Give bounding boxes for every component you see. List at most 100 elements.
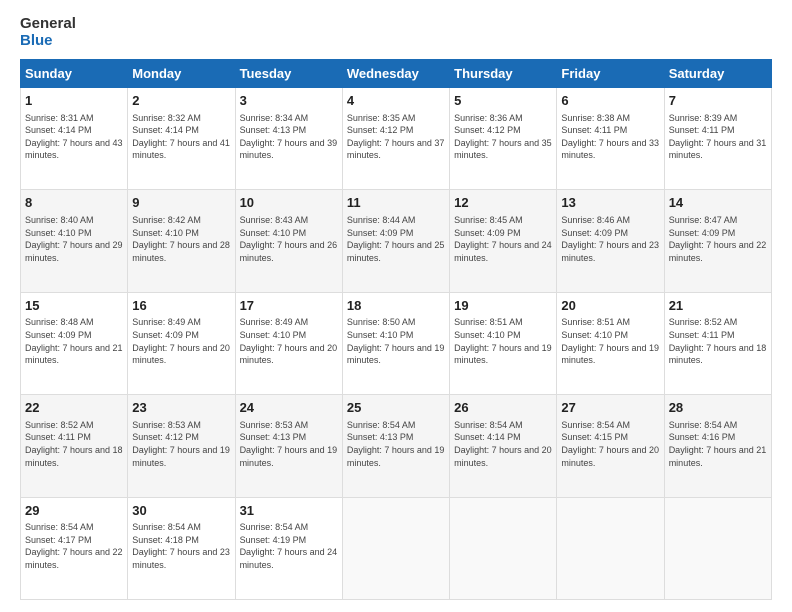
- calendar-week-row: 15Sunrise: 8:48 AM Sunset: 4:09 PM Dayli…: [21, 292, 772, 394]
- logo-general: General: [20, 16, 76, 33]
- day-info: Sunrise: 8:32 AM Sunset: 4:14 PM Dayligh…: [132, 112, 230, 162]
- day-number: 4: [347, 92, 445, 110]
- calendar-cell: 19Sunrise: 8:51 AM Sunset: 4:10 PM Dayli…: [450, 292, 557, 394]
- calendar-cell: 31Sunrise: 8:54 AM Sunset: 4:19 PM Dayli…: [235, 497, 342, 599]
- day-info: Sunrise: 8:48 AM Sunset: 4:09 PM Dayligh…: [25, 316, 123, 366]
- calendar-cell: 3Sunrise: 8:34 AM Sunset: 4:13 PM Daylig…: [235, 88, 342, 190]
- calendar-cell: 26 Sunrise: 8:54 AM Sunset: 4:14 PM Dayli…: [450, 395, 557, 497]
- weekday-header-wednesday: Wednesday: [342, 60, 449, 88]
- day-number: 6: [561, 92, 659, 110]
- day-number: 15: [25, 297, 123, 315]
- calendar-week-row: 8 Sunrise: 8:40 AM Sunset: 4:10 PM Daylig…: [21, 190, 772, 292]
- day-info: Sunrise: 8:47 AM Sunset: 4:09 PM Dayligh…: [669, 214, 767, 264]
- calendar-cell: 14 Sunrise: 8:47 AM Sunset: 4:09 PM Dayli…: [664, 190, 771, 292]
- day-number: 27: [561, 399, 659, 417]
- day-number: 17: [240, 297, 338, 315]
- calendar-cell: 20Sunrise: 8:51 AM Sunset: 4:10 PM Dayli…: [557, 292, 664, 394]
- day-info: Sunrise: 8:46 AM Sunset: 4:09 PM Dayligh…: [561, 214, 659, 264]
- weekday-header-tuesday: Tuesday: [235, 60, 342, 88]
- calendar-cell: 4 Sunrise: 8:35 AM Sunset: 4:12 PM Daylig…: [342, 88, 449, 190]
- day-number: 5: [454, 92, 552, 110]
- weekday-header-monday: Monday: [128, 60, 235, 88]
- weekday-header-friday: Friday: [557, 60, 664, 88]
- calendar-cell: 22 Sunrise: 8:52 AM Sunset: 4:11 PM Dayli…: [21, 395, 128, 497]
- weekday-header-row: SundayMondayTuesdayWednesdayThursdayFrid…: [21, 60, 772, 88]
- day-info: Sunrise: 8:54 AM Sunset: 4:14 PM Dayligh…: [454, 419, 552, 469]
- day-number: 26: [454, 399, 552, 417]
- day-number: 19: [454, 297, 552, 315]
- day-number: 8: [25, 194, 123, 212]
- calendar-cell: [450, 497, 557, 599]
- day-number: 12: [454, 194, 552, 212]
- day-info: Sunrise: 8:49 AM Sunset: 4:10 PM Dayligh…: [240, 316, 338, 366]
- calendar-cell: 5Sunrise: 8:36 AM Sunset: 4:12 PM Daylig…: [450, 88, 557, 190]
- calendar-cell: 6Sunrise: 8:38 AM Sunset: 4:11 PM Daylig…: [557, 88, 664, 190]
- day-info: Sunrise: 8:45 AM Sunset: 4:09 PM Dayligh…: [454, 214, 552, 264]
- logo: General Blue General Blue: [20, 16, 76, 49]
- day-number: 9: [132, 194, 230, 212]
- calendar-cell: 13 Sunrise: 8:46 AM Sunset: 4:09 PM Dayli…: [557, 190, 664, 292]
- day-number: 13: [561, 194, 659, 212]
- weekday-header-sunday: Sunday: [21, 60, 128, 88]
- calendar-cell: 1 Sunrise: 8:31 AM Sunset: 4:14 PM Daylig…: [21, 88, 128, 190]
- day-info: Sunrise: 8:43 AM Sunset: 4:10 PM Dayligh…: [240, 214, 338, 264]
- weekday-header-saturday: Saturday: [664, 60, 771, 88]
- calendar-cell: 24Sunrise: 8:53 AM Sunset: 4:13 PM Dayli…: [235, 395, 342, 497]
- calendar-cell: 18Sunrise: 8:50 AM Sunset: 4:10 PM Dayli…: [342, 292, 449, 394]
- day-number: 16: [132, 297, 230, 315]
- calendar-week-row: 29Sunrise: 8:54 AM Sunset: 4:17 PM Dayli…: [21, 497, 772, 599]
- calendar-cell: 23Sunrise: 8:53 AM Sunset: 4:12 PM Dayli…: [128, 395, 235, 497]
- day-info: Sunrise: 8:52 AM Sunset: 4:11 PM Dayligh…: [25, 419, 123, 469]
- day-number: 7: [669, 92, 767, 110]
- day-number: 11: [347, 194, 445, 212]
- page: General Blue General Blue SundayMondayTu…: [0, 0, 792, 612]
- calendar-cell: 12 Sunrise: 8:45 AM Sunset: 4:09 PM Dayli…: [450, 190, 557, 292]
- calendar-table: SundayMondayTuesdayWednesdayThursdayFrid…: [20, 59, 772, 600]
- day-number: 2: [132, 92, 230, 110]
- calendar-cell: [557, 497, 664, 599]
- day-number: 24: [240, 399, 338, 417]
- day-number: 1: [25, 92, 123, 110]
- day-info: Sunrise: 8:44 AM Sunset: 4:09 PM Dayligh…: [347, 214, 445, 264]
- calendar-cell: 29Sunrise: 8:54 AM Sunset: 4:17 PM Dayli…: [21, 497, 128, 599]
- calendar-cell: 2 Sunrise: 8:32 AM Sunset: 4:14 PM Daylig…: [128, 88, 235, 190]
- day-info: Sunrise: 8:39 AM Sunset: 4:11 PM Dayligh…: [669, 112, 767, 162]
- weekday-header-thursday: Thursday: [450, 60, 557, 88]
- day-info: Sunrise: 8:40 AM Sunset: 4:10 PM Dayligh…: [25, 214, 123, 264]
- day-info: Sunrise: 8:54 AM Sunset: 4:15 PM Dayligh…: [561, 419, 659, 469]
- day-number: 25: [347, 399, 445, 417]
- calendar-cell: 25Sunrise: 8:54 AM Sunset: 4:13 PM Dayli…: [342, 395, 449, 497]
- day-number: 31: [240, 502, 338, 520]
- day-number: 29: [25, 502, 123, 520]
- day-info: Sunrise: 8:31 AM Sunset: 4:14 PM Dayligh…: [25, 112, 123, 162]
- day-info: Sunrise: 8:54 AM Sunset: 4:17 PM Dayligh…: [25, 521, 123, 571]
- calendar-week-row: 1 Sunrise: 8:31 AM Sunset: 4:14 PM Daylig…: [21, 88, 772, 190]
- day-info: Sunrise: 8:54 AM Sunset: 4:19 PM Dayligh…: [240, 521, 338, 571]
- calendar-cell: 7 Sunrise: 8:39 AM Sunset: 4:11 PM Daylig…: [664, 88, 771, 190]
- day-info: Sunrise: 8:51 AM Sunset: 4:10 PM Dayligh…: [454, 316, 552, 366]
- calendar-cell: 16Sunrise: 8:49 AM Sunset: 4:09 PM Dayli…: [128, 292, 235, 394]
- calendar-week-row: 22 Sunrise: 8:52 AM Sunset: 4:11 PM Dayli…: [21, 395, 772, 497]
- day-info: Sunrise: 8:54 AM Sunset: 4:16 PM Dayligh…: [669, 419, 767, 469]
- day-info: Sunrise: 8:51 AM Sunset: 4:10 PM Dayligh…: [561, 316, 659, 366]
- day-info: Sunrise: 8:53 AM Sunset: 4:12 PM Dayligh…: [132, 419, 230, 469]
- day-number: 14: [669, 194, 767, 212]
- day-number: 10: [240, 194, 338, 212]
- day-info: Sunrise: 8:34 AM Sunset: 4:13 PM Dayligh…: [240, 112, 338, 162]
- logo-blue: Blue: [20, 33, 76, 50]
- day-info: Sunrise: 8:50 AM Sunset: 4:10 PM Dayligh…: [347, 316, 445, 366]
- calendar-cell: 21Sunrise: 8:52 AM Sunset: 4:11 PM Dayli…: [664, 292, 771, 394]
- calendar-cell: 15Sunrise: 8:48 AM Sunset: 4:09 PM Dayli…: [21, 292, 128, 394]
- day-info: Sunrise: 8:35 AM Sunset: 4:12 PM Dayligh…: [347, 112, 445, 162]
- day-number: 22: [25, 399, 123, 417]
- calendar-cell: [664, 497, 771, 599]
- calendar-cell: 8 Sunrise: 8:40 AM Sunset: 4:10 PM Daylig…: [21, 190, 128, 292]
- calendar-cell: 10 Sunrise: 8:43 AM Sunset: 4:10 PM Dayli…: [235, 190, 342, 292]
- day-number: 28: [669, 399, 767, 417]
- calendar-cell: 9Sunrise: 8:42 AM Sunset: 4:10 PM Daylig…: [128, 190, 235, 292]
- day-info: Sunrise: 8:52 AM Sunset: 4:11 PM Dayligh…: [669, 316, 767, 366]
- day-number: 30: [132, 502, 230, 520]
- calendar-cell: [342, 497, 449, 599]
- calendar-cell: 30Sunrise: 8:54 AM Sunset: 4:18 PM Dayli…: [128, 497, 235, 599]
- day-number: 18: [347, 297, 445, 315]
